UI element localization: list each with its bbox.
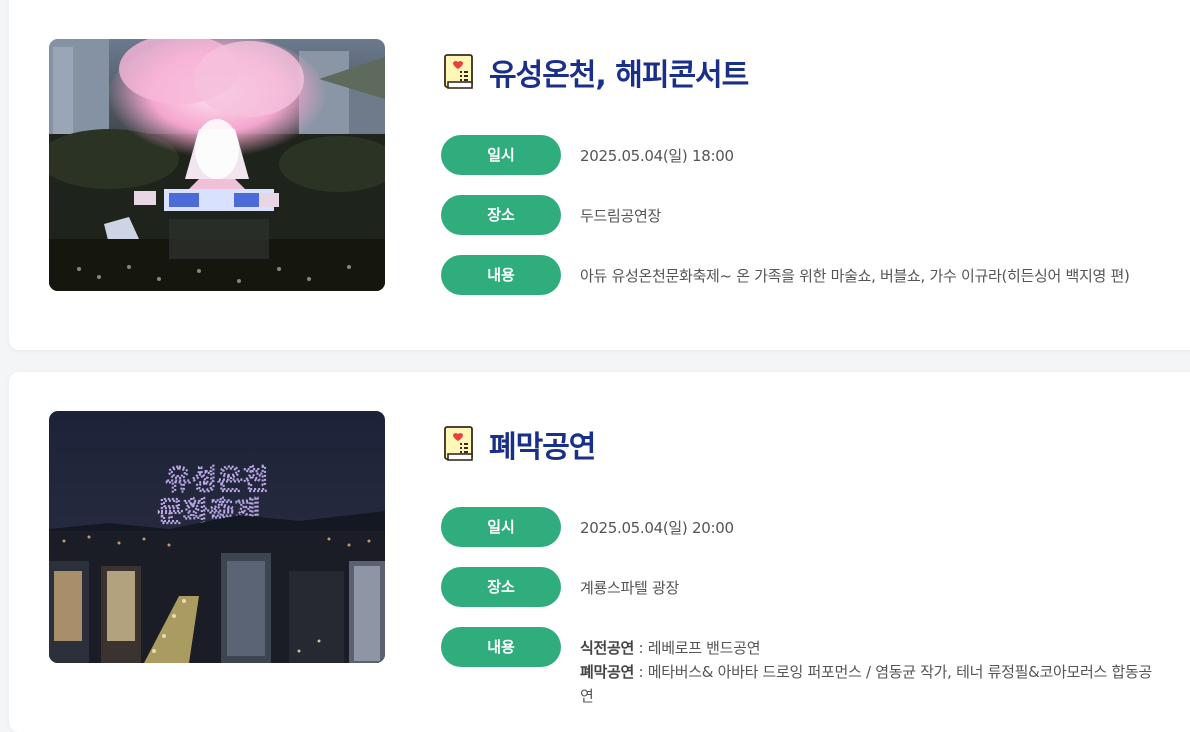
event-photo-drone-show: 유성온천 문화축제 [49,411,385,663]
content-line-separator: : [634,663,648,681]
info-row-content: 내용 아듀 유성온천문화축제~ 온 가족을 위한 마술쇼, 버블쇼, 가수 이규… [441,255,1150,295]
info-row-date: 일시 2025.05.04(일) 18:00 [441,135,1160,175]
place-badge: 장소 [441,567,561,607]
event-photo-concert [49,39,385,291]
place-badge: 장소 [441,195,561,235]
event-title: 폐막공연 [489,430,596,465]
content-line-label: 폐막공연 [580,663,635,681]
event-title-row: 폐막공연 [444,422,596,466]
date-badge: 일시 [441,135,561,175]
content-line-text: 메타버스& 아바타 드로잉 퍼포먼스 / 염동균 작가, 테너 류정필&코아모러… [580,663,1152,705]
content-value: 식전공연 : 레베로프 밴드공연 폐막공연 : 메타버스& 아바타 드로잉 퍼포… [580,627,1160,708]
info-row-place: 장소 두드림공연장 [441,195,1160,235]
info-row-place: 장소 계룡스파텔 광장 [441,567,1160,607]
date-value: 2025.05.04(일) 18:00 [580,147,734,165]
content-line-label: 식전공연 [580,639,635,657]
book-heart-icon [444,426,473,461]
info-row-date: 일시 2025.05.04(일) 20:00 [441,507,1160,547]
drone-text-line-1: 유성온천 [165,463,268,496]
content-badge: 내용 [441,627,561,667]
content-line-pre-show: 식전공연 : 레베로프 밴드공연 [580,636,1160,660]
book-heart-icon [444,54,473,89]
date-badge: 일시 [441,507,561,547]
content-line-text: 레베로프 밴드공연 [647,639,761,657]
drone-show-night-image: 유성온천 문화축제 [49,411,385,663]
place-value: 두드림공연장 [580,207,662,225]
content-line-separator: : [634,639,648,657]
content-line-closing-show: 폐막공연 : 메타버스& 아바타 드로잉 퍼포먼스 / 염동균 작가, 테너 류… [580,660,1160,708]
place-value: 계룡스파텔 광장 [580,579,679,597]
date-value: 2025.05.04(일) 20:00 [580,519,734,537]
concert-fireworks-image [49,39,385,291]
event-card-closing-performance: 유성온천 문화축제 폐막공연 일시 2025.05.04(일) 20:00 장소… [9,372,1190,732]
event-title: 유성온천, 해피콘서트 [489,58,749,93]
content-badge: 내용 [441,255,561,295]
info-row-content: 내용 식전공연 : 레베로프 밴드공연 폐막공연 : 메타버스& 아바타 드로잉… [441,627,1160,708]
event-title-row: 유성온천, 해피콘서트 [444,50,749,94]
content-value: 아듀 유성온천문화축제~ 온 가족을 위한 마술쇼, 버블쇼, 가수 이규라(히… [580,267,1130,285]
event-card-happy-concert: 유성온천, 해피콘서트 일시 2025.05.04(일) 18:00 장소 두드… [9,0,1190,350]
